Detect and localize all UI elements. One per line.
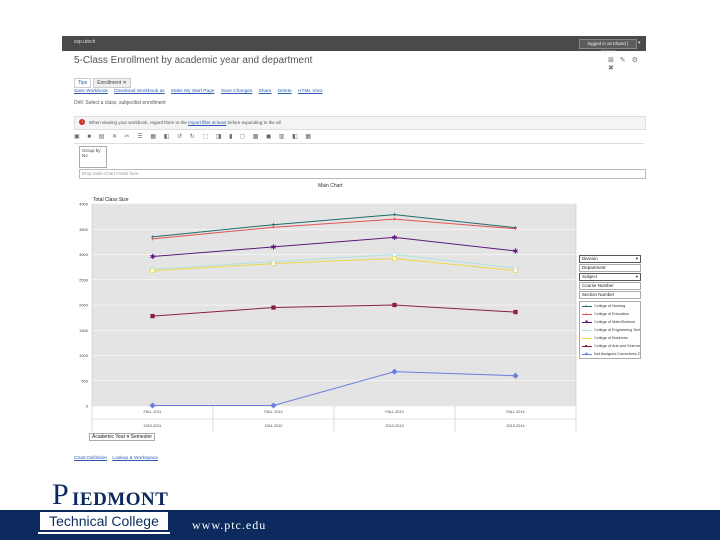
y-axis-title: Total Class Size [93, 197, 129, 203]
logo-initial: P [52, 478, 69, 511]
y-tick-label: 3000 [79, 252, 89, 257]
x-tick-label: 2013-2014 [506, 424, 524, 428]
chart-legend: Division ▾ Department Subject ▾ Course Num… [579, 255, 641, 359]
legend-label: Not Assigned Corrections Div [594, 352, 640, 356]
college-logo: P IEDMONT Technical College [38, 476, 170, 534]
data-point: + [272, 225, 276, 231]
y-tick-label: 0 [86, 404, 89, 409]
legend-label: College of Nursing [594, 304, 626, 308]
legend-marker: + [585, 303, 588, 308]
data-point [513, 309, 518, 315]
legend-marker: □ [585, 335, 588, 340]
field-label: Subject [582, 274, 598, 279]
x-tick-label: 2012-2013 [385, 424, 403, 428]
legend-marker: ■ [585, 343, 588, 348]
legend-label: College of Business [594, 336, 628, 340]
legend-marker: + [585, 311, 588, 316]
data-point [392, 256, 397, 261]
website-url[interactable]: www.ptc.edu [192, 518, 266, 533]
data-point: + [393, 217, 397, 223]
field-label: Division [582, 256, 598, 261]
legend-label: College of Education [594, 312, 630, 316]
field-label: Course Number [582, 283, 614, 288]
y-tick-label: 2000 [79, 303, 89, 308]
x-tick-code: FALL 2012 [264, 410, 282, 414]
field-label: Department [582, 265, 606, 270]
legend-field-department[interactable]: Department [579, 264, 641, 272]
data-point [513, 268, 518, 273]
y-tick-label: 500 [81, 378, 88, 383]
link-lookup-workspace[interactable]: Lookup & Workspace [112, 456, 158, 461]
x-tick-code: FALL 2014 [506, 410, 524, 414]
logo-subtitle: Technical College [49, 513, 159, 529]
legend-marker: ✱ [585, 319, 589, 324]
data-point: ✱ [271, 243, 277, 251]
legend-item[interactable]: + College of Education [580, 310, 640, 318]
y-tick-label: 1500 [79, 328, 89, 333]
data-point: ✱ [392, 234, 398, 242]
legend-label: College of Engineering Tech [594, 328, 640, 332]
legend-series-list: + College of Nursing + College of Education… [579, 301, 641, 359]
logo-subtitle-box: Technical College [38, 510, 170, 532]
legend-item[interactable]: + College of Nursing [580, 302, 640, 310]
data-point [150, 313, 155, 319]
legend-item[interactable]: ◇ College of Engineering Tech [580, 326, 640, 334]
legend-item[interactable]: ◆ Not Assigned Corrections Div [580, 350, 640, 358]
data-point [150, 268, 155, 273]
legend-field-course-number[interactable]: Course Number [579, 282, 641, 290]
legend-item[interactable]: ■ College of Arts and Sciences [580, 342, 640, 350]
dropdown-arrow-icon: ▾ [635, 256, 638, 261]
x-tick-code: FALL 2013 [385, 410, 403, 414]
data-point [271, 261, 276, 266]
y-tick-label: 1000 [79, 353, 89, 358]
data-point [392, 302, 397, 308]
legend-field-subject[interactable]: Subject ▾ [579, 273, 641, 281]
x-tick-label: 2011-2012 [265, 424, 283, 428]
legend-item[interactable]: □ College of Business [580, 334, 640, 342]
x-axis-field-button[interactable]: Academic Year ▾ Semester [89, 433, 156, 441]
data-point [271, 305, 276, 310]
field-label: Section Number [582, 292, 615, 297]
legend-item[interactable]: ✱ College of Math/Science [580, 318, 640, 326]
y-tick-label: 2500 [79, 277, 89, 282]
x-tick-label: 2010-2011 [144, 424, 162, 428]
y-tick-label: 4000 [79, 202, 89, 207]
line-chart: 0 500 1000 1500 2000 2500 3000 3500 4000 Total Cl… [79, 197, 577, 432]
data-point: + [514, 227, 518, 233]
y-tick-label: 3500 [79, 227, 89, 232]
legend-label: College of Math/Science [594, 320, 636, 324]
application-window: ssp.utech logged in as bfoard | signout … [62, 36, 646, 466]
link-chart-definition[interactable]: Chart Definition [74, 456, 107, 461]
data-point: ✱ [150, 253, 156, 261]
legend-label: College of Arts and Sciences [594, 344, 640, 348]
legend-field-section-number[interactable]: Section Number [579, 291, 641, 299]
legend-marker: ◇ [585, 327, 589, 332]
x-tick-code: FALL 2011 [144, 410, 162, 414]
data-point: ✱ [513, 247, 519, 255]
legend-field-division[interactable]: Division ▾ [579, 255, 641, 263]
bottom-links: Chart Definition Lookup & Workspace [74, 456, 162, 461]
dropdown-arrow-icon: ▾ [635, 274, 638, 279]
legend-marker: ◆ [585, 351, 589, 356]
data-point: + [151, 237, 155, 243]
logo-name: IEDMONT [72, 489, 169, 510]
